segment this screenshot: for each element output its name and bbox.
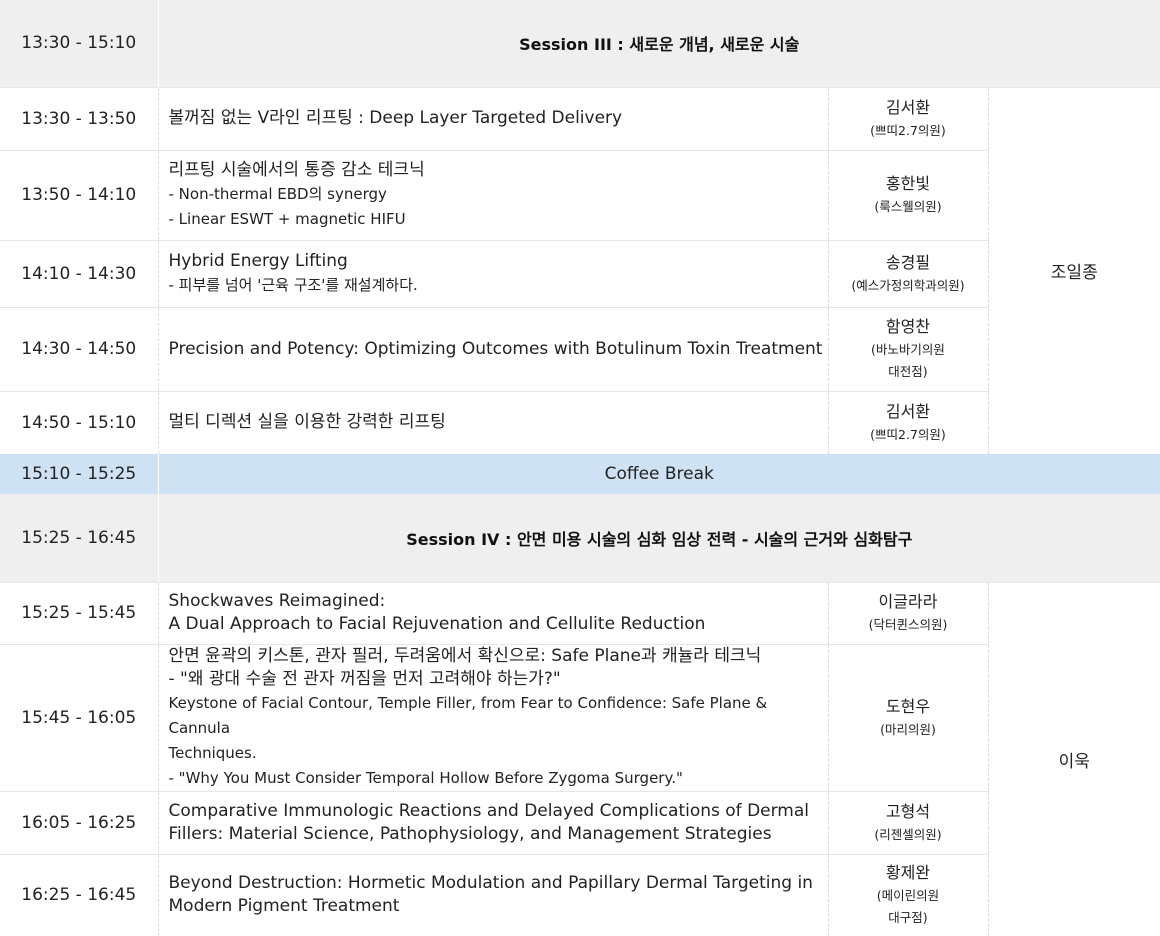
speaker-name: 함영찬	[829, 315, 988, 339]
speaker-cell: 홍한빛 (룩스웰의원)	[828, 150, 988, 240]
table-row: 15:45 - 16:05 안면 윤곽의 키스톤, 관자 필러, 두려움에서 확…	[0, 644, 1160, 791]
talk-title-cell: Beyond Destruction: Hormetic Modulation …	[158, 854, 828, 936]
speaker-affiliation: (바노바기의원	[829, 339, 988, 361]
table-row: 16:25 - 16:45 Beyond Destruction: Hormet…	[0, 854, 1160, 936]
session-header: 15:25 - 16:45 Session IV : 안면 미용 시술의 심화 …	[0, 494, 1160, 582]
talk-title: Shockwaves Reimagined:	[169, 590, 828, 613]
speaker-cell: 함영찬 (바노바기의원 대전점)	[828, 307, 988, 391]
speaker-name: 김서환	[829, 96, 988, 120]
speaker-name: 김서환	[829, 400, 988, 424]
speaker-cell: 송경필 (예스가정의학과의원)	[828, 240, 988, 307]
session-time: 13:30 - 15:10	[0, 0, 158, 87]
session-title: Session IV : 안면 미용 시술의 심화 임상 전력 - 시술의 근거…	[159, 526, 1160, 550]
talk-time: 16:25 - 16:45	[0, 854, 158, 936]
table-row: 15:25 - 15:45 Shockwaves Reimagined: A D…	[0, 582, 1160, 644]
talk-subtitle: - 피부를 넘어 '근육 구조'를 재설계하다.	[169, 273, 828, 298]
table-row: 14:50 - 15:10 멀티 디렉션 실을 이용한 강력한 리프팅 김서환 …	[0, 391, 1160, 454]
talk-title: Comparative Immunologic Reactions and De…	[169, 800, 828, 823]
speaker-affiliation: 대구점)	[829, 907, 988, 929]
break-label: Coffee Break	[159, 464, 1160, 484]
coffee-break-row: 15:10 - 15:25 Coffee Break	[0, 454, 1160, 494]
session-title-cell: Session III : 새로운 개념, 새로운 시술	[158, 0, 1160, 87]
speaker-cell: 김서환 (쁘띠2.7의원)	[828, 87, 988, 150]
speaker-name: 홍한빛	[829, 172, 988, 196]
table-row: 14:30 - 14:50 Precision and Potency: Opt…	[0, 307, 1160, 391]
session-header: 13:30 - 15:10 Session III : 새로운 개념, 새로운 …	[0, 0, 1160, 87]
talk-time: 14:30 - 14:50	[0, 307, 158, 391]
talk-title: 리프팅 시술에서의 통증 감소 테크닉	[169, 159, 828, 182]
speaker-cell: 김서환 (쁘띠2.7의원)	[828, 391, 988, 454]
speaker-name: 이글라라	[829, 590, 988, 614]
break-label-cell: Coffee Break	[158, 454, 1160, 494]
speaker-affiliation: (쁘띠2.7의원)	[829, 424, 988, 446]
talk-subtitle: - "Why You Must Consider Temporal Hollow…	[169, 766, 828, 791]
talk-title: Precision and Potency: Optimizing Outcom…	[169, 338, 828, 361]
session-title: Session III : 새로운 개념, 새로운 시술	[159, 31, 1160, 55]
talk-subtitle: Techniques.	[169, 741, 828, 766]
talk-title-cell: 리프팅 시술에서의 통증 감소 테크닉 - Non-thermal EBD의 s…	[158, 150, 828, 240]
table-row: 16:05 - 16:25 Comparative Immunologic Re…	[0, 791, 1160, 854]
talk-title-cell: Precision and Potency: Optimizing Outcom…	[158, 307, 828, 391]
talk-time: 14:10 - 14:30	[0, 240, 158, 307]
talk-title: 안면 윤곽의 키스톤, 관자 필러, 두려움에서 확신으로: Safe Plan…	[169, 645, 828, 668]
table-row: 13:30 - 13:50 볼꺼짐 없는 V라인 리프팅 : Deep Laye…	[0, 87, 1160, 150]
speaker-affiliation: (예스가정의학과의원)	[829, 275, 988, 297]
speaker-affiliation: (마리의원)	[829, 719, 988, 741]
talk-title: Hybrid Energy Lifting	[169, 250, 828, 273]
speaker-affiliation: (메이린의원	[829, 885, 988, 907]
talk-title: Beyond Destruction: Hormetic Modulation …	[169, 872, 828, 895]
talk-subtitle: - Non-thermal EBD의 synergy	[169, 182, 828, 207]
talk-title: A Dual Approach to Facial Rejuvenation a…	[169, 613, 828, 636]
break-time: 15:10 - 15:25	[0, 454, 158, 494]
speaker-affiliation: (리젠셀의원)	[829, 824, 988, 846]
table-row: 13:50 - 14:10 리프팅 시술에서의 통증 감소 테크닉 - Non-…	[0, 150, 1160, 240]
speaker-cell: 황제완 (메이린의원 대구점)	[828, 854, 988, 936]
talk-title-cell: Hybrid Energy Lifting - 피부를 넘어 '근육 구조'를 …	[158, 240, 828, 307]
chair-cell: 조일종	[988, 87, 1160, 454]
talk-time: 15:45 - 16:05	[0, 644, 158, 791]
speaker-cell: 이글라라 (닥터퀸스의원)	[828, 582, 988, 644]
talk-subtitle: - Linear ESWT + magnetic HIFU	[169, 207, 828, 232]
talk-title: Modern Pigment Treatment	[169, 895, 828, 918]
speaker-cell: 고형석 (리젠셀의원)	[828, 791, 988, 854]
chair-name: 이욱	[1059, 752, 1090, 772]
talk-time: 16:05 - 16:25	[0, 791, 158, 854]
speaker-affiliation: (닥터퀸스의원)	[829, 614, 988, 636]
talk-title-cell: 안면 윤곽의 키스톤, 관자 필러, 두려움에서 확신으로: Safe Plan…	[158, 644, 828, 791]
talk-title: 볼꺼짐 없는 V라인 리프팅 : Deep Layer Targeted Del…	[169, 107, 828, 130]
talk-title-cell: 볼꺼짐 없는 V라인 리프팅 : Deep Layer Targeted Del…	[158, 87, 828, 150]
speaker-name: 도현우	[829, 695, 988, 719]
talk-time: 13:50 - 14:10	[0, 150, 158, 240]
talk-time: 13:30 - 13:50	[0, 87, 158, 150]
speaker-affiliation: 대전점)	[829, 361, 988, 383]
speaker-cell: 도현우 (마리의원)	[828, 644, 988, 791]
session-time: 15:25 - 16:45	[0, 494, 158, 582]
speaker-affiliation: (룩스웰의원)	[829, 196, 988, 218]
speaker-name: 황제완	[829, 861, 988, 885]
speaker-name: 송경필	[829, 251, 988, 275]
talk-title-cell: Comparative Immunologic Reactions and De…	[158, 791, 828, 854]
speaker-name: 고형석	[829, 800, 988, 824]
table-row: 14:10 - 14:30 Hybrid Energy Lifting - 피부…	[0, 240, 1160, 307]
talk-title: 멀티 디렉션 실을 이용한 강력한 리프팅	[169, 411, 828, 434]
talk-title-cell: 멀티 디렉션 실을 이용한 강력한 리프팅	[158, 391, 828, 454]
chair-cell: 이욱	[988, 582, 1160, 936]
talk-title: - "왜 광대 수술 전 관자 꺼짐을 먼저 고려해야 하는가?"	[169, 668, 828, 691]
talk-title: Fillers: Material Science, Pathophysiolo…	[169, 823, 828, 846]
talk-subtitle: Keystone of Facial Contour, Temple Fille…	[169, 691, 828, 741]
program-table: 13:30 - 15:10 Session III : 새로운 개념, 새로운 …	[0, 0, 1160, 936]
speaker-affiliation: (쁘띠2.7의원)	[829, 120, 988, 142]
session-title-cell: Session IV : 안면 미용 시술의 심화 임상 전력 - 시술의 근거…	[158, 494, 1160, 582]
talk-title-cell: Shockwaves Reimagined: A Dual Approach t…	[158, 582, 828, 644]
talk-time: 14:50 - 15:10	[0, 391, 158, 454]
chair-name: 조일종	[1051, 263, 1098, 283]
talk-time: 15:25 - 15:45	[0, 582, 158, 644]
